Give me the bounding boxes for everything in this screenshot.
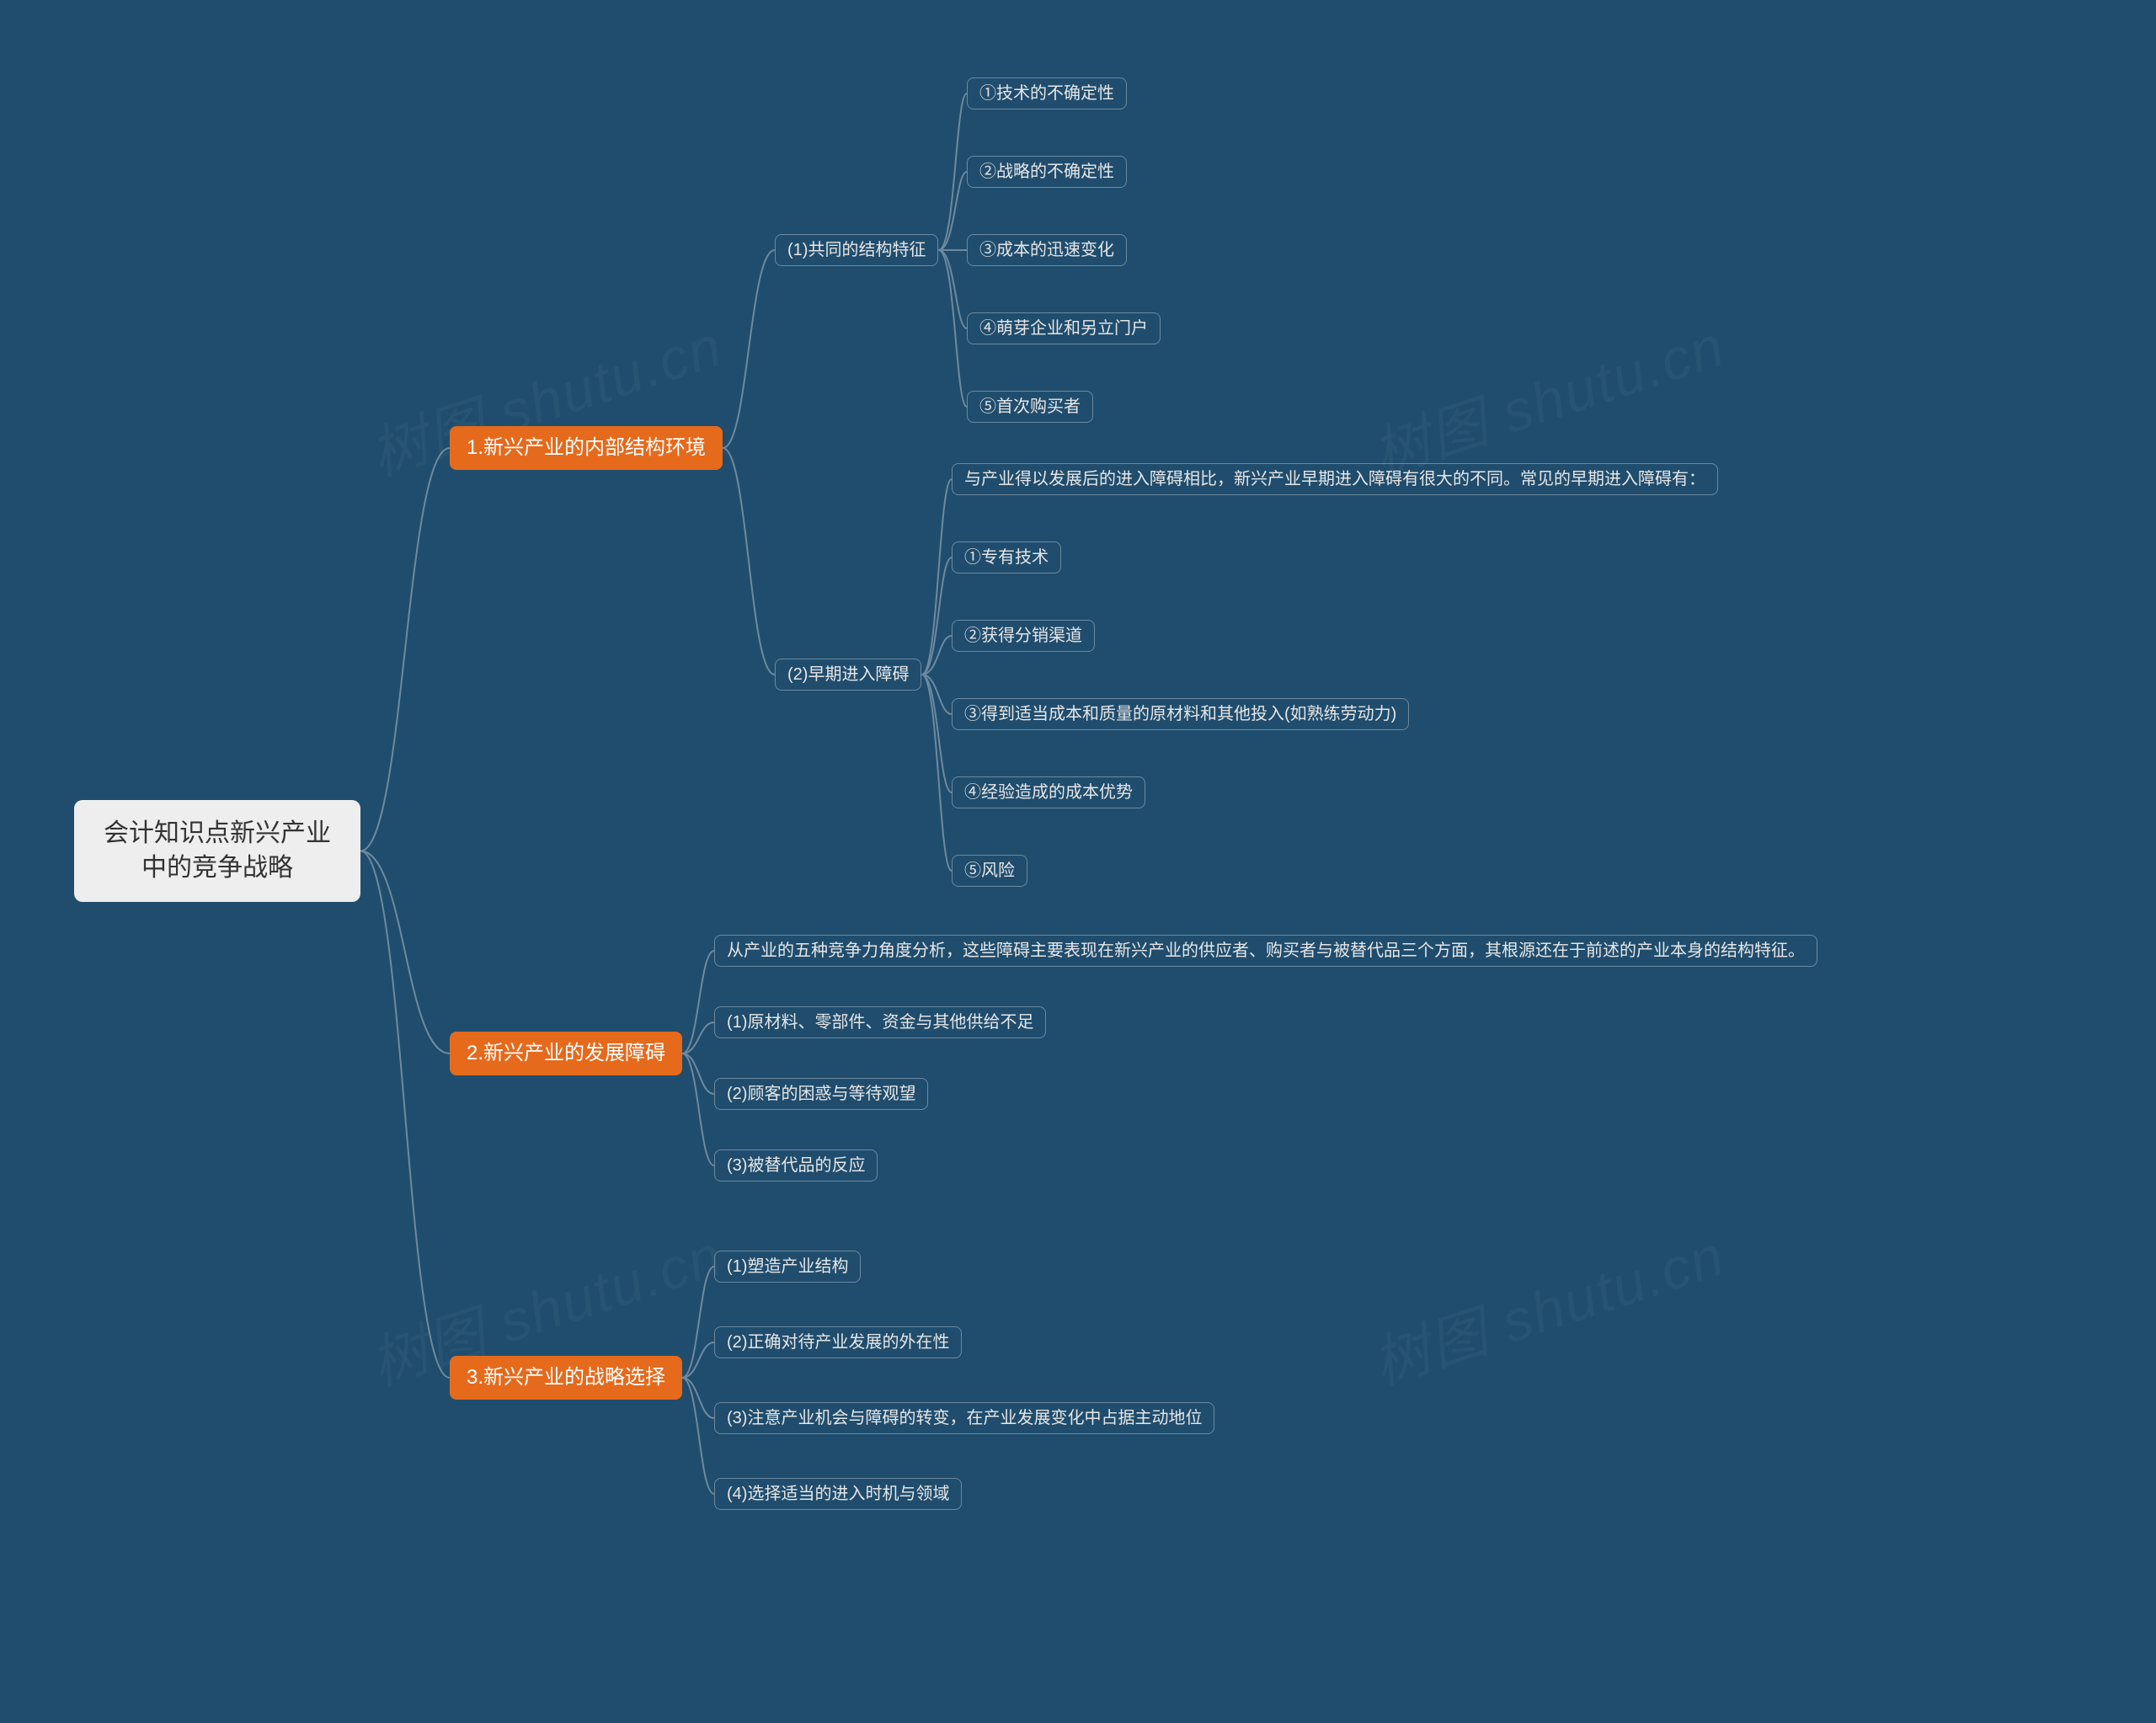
leaf-label: (3)被替代品的反应 <box>727 1156 865 1175</box>
leaf-label: (3)注意产业机会与障碍的转变，在产业发展变化中占据主动地位 <box>727 1409 1202 1427</box>
connector <box>360 448 450 851</box>
leaf-label: (2)正确对待产业发展的外在性 <box>727 1333 949 1352</box>
leaf-node[interactable]: (3)被替代品的反应 <box>714 1150 878 1182</box>
leaf-node[interactable]: ④经验造成的成本优势 <box>952 776 1145 808</box>
leaf-label: (2)顾客的困惑与等待观望 <box>727 1085 915 1103</box>
leaf-node[interactable]: ⑤首次购买者 <box>967 391 1093 423</box>
leaf-node[interactable]: ②战略的不确定性 <box>967 156 1127 188</box>
leaf-label: (1)塑造产业结构 <box>727 1257 848 1276</box>
leaf-label: 与产业得以发展后的进入障碍相比，新兴产业早期进入障碍有很大的不同。常见的早期进入… <box>964 470 1705 488</box>
leaf-label: ②战略的不确定性 <box>979 163 1114 181</box>
connector <box>360 851 450 1054</box>
leaf-node[interactable]: ③得到适当成本和质量的原材料和其他投入(如熟练劳动力) <box>952 698 1409 730</box>
leaf-label: ③成本的迅速变化 <box>979 241 1114 259</box>
connector <box>938 93 967 250</box>
leaf-label: ④经验造成的成本优势 <box>964 783 1133 802</box>
leaf-node[interactable]: ①专有技术 <box>952 541 1061 573</box>
leaf-label: ①专有技术 <box>964 548 1049 567</box>
leaf-label: ②获得分销渠道 <box>964 627 1082 645</box>
leaf-node[interactable]: 从产业的五种竞争力角度分析，这些障碍主要表现在新兴产业的供应者、购买者与被替代品… <box>714 935 1817 967</box>
connector <box>938 172 967 250</box>
connector <box>938 250 967 407</box>
leaf-label: ④萌芽企业和另立门户 <box>979 319 1148 338</box>
branch-node-2[interactable]: 2.新兴产业的发展障碍 <box>450 1032 682 1075</box>
connector <box>682 1054 714 1094</box>
leaf-node[interactable]: (3)注意产业机会与障碍的转变，在产业发展变化中占据主动地位 <box>714 1402 1214 1434</box>
leaf-node[interactable]: ②获得分销渠道 <box>952 620 1095 652</box>
leaf-label: (1)原材料、零部件、资金与其他供给不足 <box>727 1013 1033 1032</box>
root-node[interactable]: 会计知识点新兴产业中的竞争战略 <box>74 800 360 902</box>
sub-node[interactable]: (1)共同的结构特征 <box>775 234 938 266</box>
connector <box>682 1378 714 1418</box>
branch-label: 3.新兴产业的战略选择 <box>467 1366 665 1389</box>
leaf-node[interactable]: (4)选择适当的进入时机与领域 <box>714 1478 962 1510</box>
connector <box>921 675 952 871</box>
leaf-node[interactable]: (1)原材料、零部件、资金与其他供给不足 <box>714 1006 1046 1038</box>
leaf-node[interactable]: (2)正确对待产业发展的外在性 <box>714 1326 962 1358</box>
leaf-node[interactable]: ③成本的迅速变化 <box>967 234 1127 266</box>
connector <box>723 448 775 675</box>
connector <box>921 479 952 675</box>
sub-node[interactable]: (2)早期进入障碍 <box>775 659 921 691</box>
leaf-node[interactable]: ①技术的不确定性 <box>967 77 1127 109</box>
branch-label: 1.新兴产业的内部结构环境 <box>467 436 706 459</box>
leaf-label: ③得到适当成本和质量的原材料和其他投入(如熟练劳动力) <box>964 705 1396 723</box>
leaf-node[interactable]: 与产业得以发展后的进入障碍相比，新兴产业早期进入障碍有很大的不同。常见的早期进入… <box>952 463 1718 495</box>
root-label: 会计知识点新兴产业中的竞争战略 <box>104 819 331 882</box>
leaf-label: (4)选择适当的进入时机与领域 <box>727 1485 949 1503</box>
leaf-label: ①技术的不确定性 <box>979 84 1114 103</box>
connector <box>360 851 450 1379</box>
leaf-label: 从产业的五种竞争力角度分析，这些障碍主要表现在新兴产业的供应者、购买者与被替代品… <box>727 942 1805 960</box>
branch-label: 2.新兴产业的发展障碍 <box>467 1042 665 1064</box>
sub-label: (1)共同的结构特征 <box>787 241 926 259</box>
leaf-node[interactable]: ⑤风险 <box>952 855 1027 887</box>
connector <box>938 250 967 328</box>
branch-node-3[interactable]: 3.新兴产业的战略选择 <box>450 1356 682 1400</box>
branch-node-1[interactable]: 1.新兴产业的内部结构环境 <box>450 426 723 470</box>
connector <box>723 250 775 448</box>
sub-label: (2)早期进入障碍 <box>787 665 909 684</box>
leaf-node[interactable]: ④萌芽企业和另立门户 <box>967 312 1161 344</box>
leaf-node[interactable]: (2)顾客的困惑与等待观望 <box>714 1078 928 1110</box>
connector <box>682 1342 714 1378</box>
leaf-label: ⑤首次购买者 <box>979 397 1081 416</box>
leaf-label: ⑤风险 <box>964 862 1015 880</box>
leaf-node[interactable]: (1)塑造产业结构 <box>714 1251 861 1283</box>
